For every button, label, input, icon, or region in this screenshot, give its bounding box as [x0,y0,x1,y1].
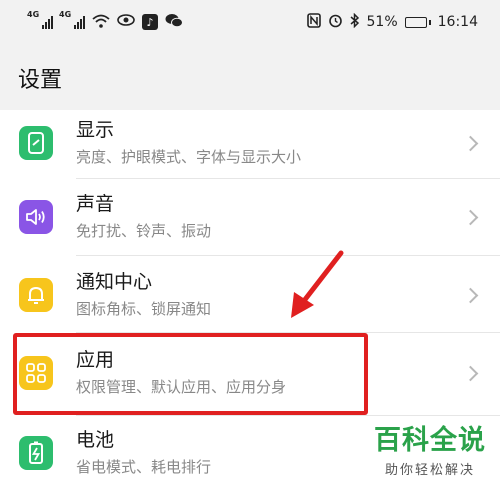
pointer-arrow-icon [291,250,344,318]
watermark-subtitle: 助你轻松解决 [384,463,475,478]
watermark-title: 百科全说 [374,425,486,456]
watermark: 百科全说 助你轻松解决 [374,418,486,478]
